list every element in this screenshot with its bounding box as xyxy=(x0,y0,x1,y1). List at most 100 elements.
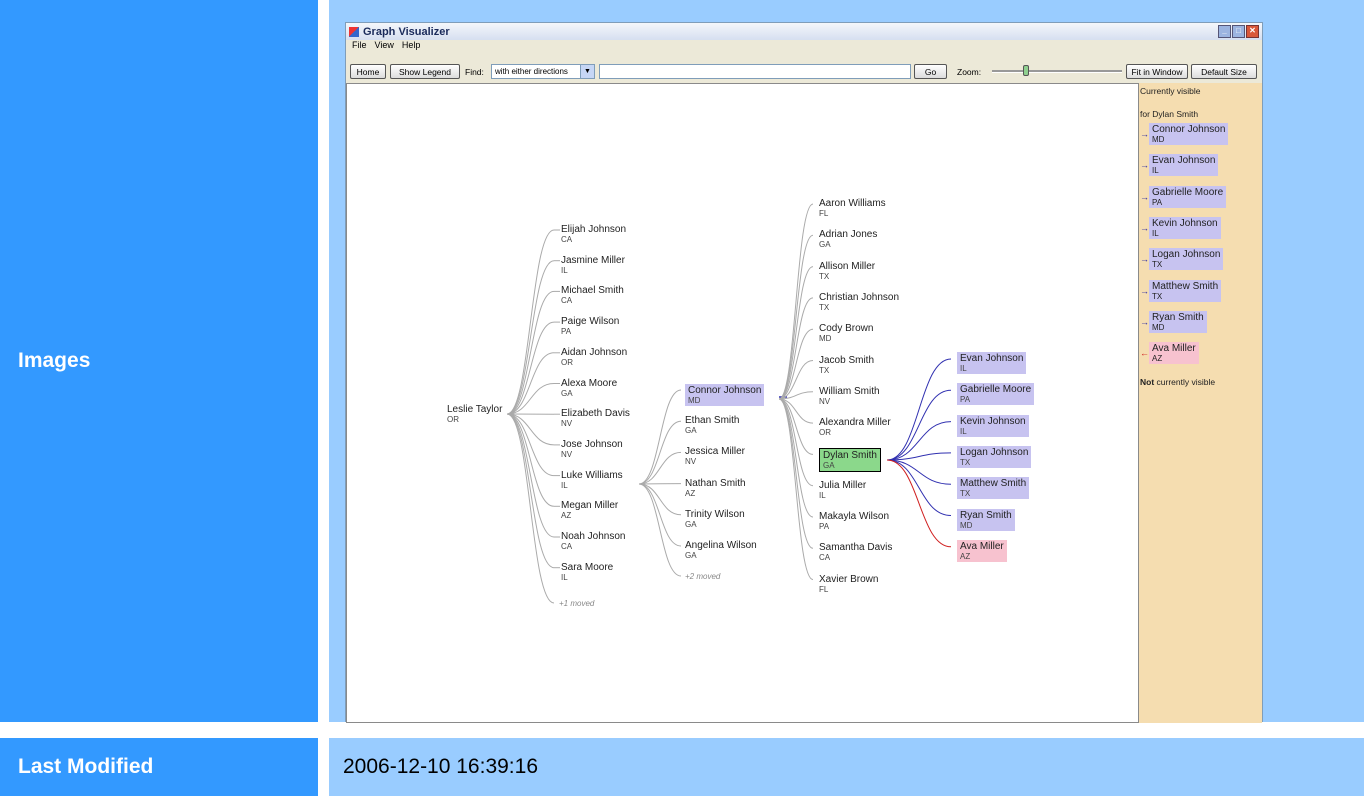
node-col1[interactable]: Luke Williams IL xyxy=(561,470,623,490)
node-col2[interactable]: Connor Johnson MD xyxy=(685,384,765,406)
sidebar-item[interactable]: Ryan Smith MD xyxy=(1149,310,1207,333)
edge xyxy=(506,229,555,415)
node-name: Trinity Wilson xyxy=(685,508,745,520)
node-col3[interactable]: Dylan Smith GA xyxy=(819,448,881,473)
default-size-button[interactable]: Default Size xyxy=(1191,64,1257,79)
go-button[interactable]: Go xyxy=(914,64,947,79)
window-title: Graph Visualizer xyxy=(363,25,450,38)
sidebar-item[interactable]: Matthew Smith TX xyxy=(1149,279,1222,302)
show-legend-button[interactable]: Show Legend xyxy=(390,64,460,79)
node-col1[interactable]: Elizabeth Davis NV xyxy=(561,408,630,428)
node-state: CA xyxy=(561,235,573,244)
sidebar-item[interactable]: Ava Miller AZ xyxy=(1149,342,1199,365)
find-mode-select[interactable]: with either directions ▼ xyxy=(491,64,595,79)
node-col1[interactable]: Michael Smith CA xyxy=(561,285,624,305)
last-modified-value-cell: 2006-12-10 16:39:16 xyxy=(329,738,1364,796)
node-col1[interactable]: Jasmine Miller IL xyxy=(561,255,625,275)
sidebar-item-name: Ryan Smith xyxy=(1152,311,1204,323)
edge xyxy=(778,234,814,400)
home-button[interactable]: Home xyxy=(350,64,386,79)
node-state: PA xyxy=(819,522,830,531)
node-name: Connor Johnson xyxy=(688,385,762,396)
node-col4[interactable]: Logan Johnson TX xyxy=(957,445,1032,468)
sidebar-item-name: Evan Johnson xyxy=(1152,155,1216,167)
arrow-right-icon: → xyxy=(1140,129,1149,139)
node-col2[interactable]: Ethan Smith GA xyxy=(685,415,739,435)
node-col4[interactable]: Evan Johnson IL xyxy=(957,352,1027,374)
arrow-right-icon: → xyxy=(1140,285,1149,296)
menu-view[interactable]: View xyxy=(375,40,394,51)
node-col4[interactable]: Matthew Smith TX xyxy=(957,477,1030,500)
node-col1[interactable]: Elijah Johnson CA xyxy=(561,224,626,244)
title-bar: Graph Visualizer _ □ ✕ xyxy=(346,23,1262,40)
find-label: Find: xyxy=(465,67,484,77)
node-col4[interactable]: Gabrielle Moore PA xyxy=(957,383,1035,406)
sidebar-item-state: IL xyxy=(1152,166,1159,176)
root-node[interactable]: Leslie Taylor OR xyxy=(447,404,502,424)
sidebar-item[interactable]: Gabrielle Moore PA xyxy=(1149,185,1227,208)
node-col2[interactable]: Angelina Wilson GA xyxy=(685,540,757,560)
chevron-down-icon[interactable]: ▼ xyxy=(580,65,594,78)
node-col3[interactable]: Samantha Davis CA xyxy=(819,542,892,562)
zoom-slider[interactable] xyxy=(992,70,1122,73)
maximize-icon[interactable]: □ xyxy=(1232,25,1245,38)
node-col1[interactable]: Jose Johnson NV xyxy=(561,439,623,459)
node-col3[interactable]: Makayla Wilson PA xyxy=(819,511,889,531)
find-input[interactable] xyxy=(599,64,911,79)
node-col1[interactable]: Sara Moore IL xyxy=(561,562,613,582)
node-col2[interactable]: Nathan Smith AZ xyxy=(685,478,746,498)
last-modified-label: Last Modified xyxy=(18,755,154,778)
node-col4[interactable]: Ryan Smith MD xyxy=(957,508,1015,531)
node-state: NV xyxy=(685,457,697,467)
minimize-icon[interactable]: _ xyxy=(1218,25,1231,38)
node-col4[interactable]: Kevin Johnson IL xyxy=(957,414,1029,437)
node-col1[interactable]: Alexa Moore GA xyxy=(561,378,617,398)
node-col3[interactable]: Adrian Jones GA xyxy=(819,229,877,249)
edge xyxy=(638,420,682,485)
node-col1[interactable]: Paige Wilson PA xyxy=(561,316,619,336)
sidebar-item[interactable]: Connor Johnson MD xyxy=(1149,123,1229,145)
graph-canvas[interactable]: Leslie Taylor OR Elijah Johnson CA Jasmine M… xyxy=(346,83,1139,723)
close-icon[interactable]: ✕ xyxy=(1246,25,1259,38)
sidebar-item-name: Matthew Smith xyxy=(1152,280,1219,292)
node-col1[interactable]: Aidan Johnson OR xyxy=(561,347,627,367)
node-name: Samantha Davis xyxy=(819,542,893,554)
node-col3[interactable]: Xavier Brown FL xyxy=(819,574,878,594)
node-col1[interactable]: Megan Miller AZ xyxy=(561,500,618,520)
sidebar-item[interactable]: Evan Johnson IL xyxy=(1149,154,1219,177)
node-col3[interactable]: Alexandra Miller OR xyxy=(819,417,891,437)
node-col1[interactable]: Noah Johnson CA xyxy=(561,531,626,551)
fit-in-window-button[interactable]: Fit in Window xyxy=(1126,64,1188,79)
node-state: GA xyxy=(685,551,697,560)
menu-help[interactable]: Help xyxy=(402,40,421,51)
sidebar-item-state: MD xyxy=(1152,135,1165,144)
edge xyxy=(778,398,814,455)
sidebar-item[interactable]: Kevin Johnson IL xyxy=(1149,216,1221,239)
sidebar-item-state: IL xyxy=(1152,228,1159,238)
legend-sidebar: Currently visible for Dylan Smith → Conno… xyxy=(1139,83,1262,723)
edge xyxy=(778,398,814,549)
node-name: Ryan Smith xyxy=(960,509,1012,521)
sidebar-item-name: Ava Miller xyxy=(1152,343,1196,355)
node-col3[interactable]: Cody Brown MD xyxy=(819,323,873,343)
moved-label[interactable]: +1 moved xyxy=(559,599,594,608)
node-state: AZ xyxy=(561,511,572,521)
node-col4[interactable]: Ava Miller AZ xyxy=(957,539,1007,562)
moved-label[interactable]: +2 moved xyxy=(685,572,720,581)
node-col3[interactable]: Julia Miller IL xyxy=(819,480,866,500)
node-col3[interactable]: Christian Johnson TX xyxy=(819,292,899,312)
node-col3[interactable]: Jacob Smith TX xyxy=(819,355,874,375)
node-name: Logan Johnson xyxy=(960,446,1029,458)
node-name: Gabrielle Moore xyxy=(960,384,1032,396)
node-col2[interactable]: Trinity Wilson GA xyxy=(685,509,745,529)
menu-file[interactable]: File xyxy=(352,40,367,51)
node-col3[interactable]: Allison Miller TX xyxy=(819,261,875,281)
zoom-slider-handle[interactable] xyxy=(1022,65,1029,76)
sidebar-item[interactable]: Logan Johnson TX xyxy=(1149,248,1224,271)
node-col2[interactable]: Jessica Miller NV xyxy=(685,446,745,466)
edge xyxy=(886,358,952,461)
node-name: Luke Williams xyxy=(561,469,623,481)
node-col3[interactable]: William Smith NV xyxy=(819,386,880,406)
node-state: IL xyxy=(561,265,568,275)
node-col3[interactable]: Aaron Williams FL xyxy=(819,198,886,218)
